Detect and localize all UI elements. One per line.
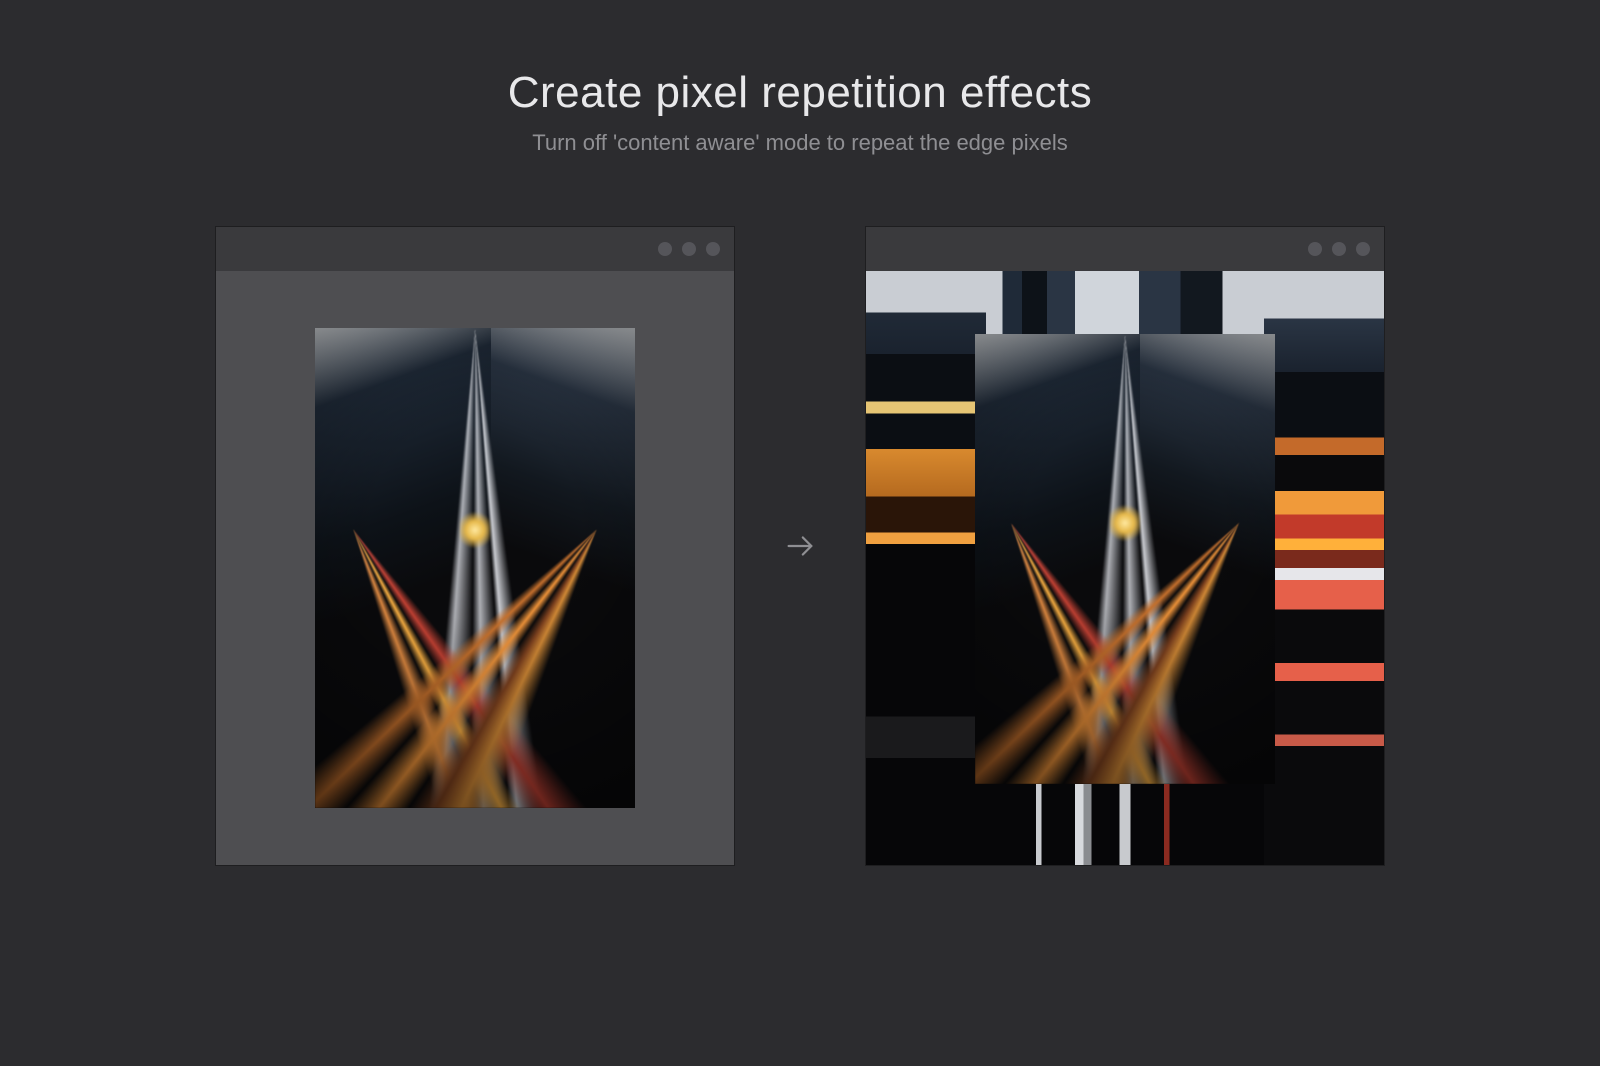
- traffic-light-icon: [1356, 242, 1370, 256]
- source-photo: [315, 328, 635, 808]
- result-photo: [866, 271, 1384, 865]
- traffic-light-icon: [658, 242, 672, 256]
- feature-promo-page: Create pixel repetition effects Turn off…: [0, 0, 1600, 1066]
- window-titlebar: [216, 227, 734, 271]
- traffic-light-icon: [706, 242, 720, 256]
- canvas-area: [216, 271, 734, 865]
- canvas-area: [866, 271, 1384, 865]
- page-title: Create pixel repetition effects: [508, 68, 1093, 118]
- traffic-light-icon: [1308, 242, 1322, 256]
- comparison-row: [215, 226, 1385, 866]
- arrow-right-icon: [783, 529, 817, 563]
- page-subtitle: Turn off 'content aware' mode to repeat …: [532, 130, 1068, 156]
- extended-image-window: [865, 226, 1385, 866]
- window-titlebar: [866, 227, 1384, 271]
- traffic-light-icon: [682, 242, 696, 256]
- original-image-window: [215, 226, 735, 866]
- traffic-light-icon: [1332, 242, 1346, 256]
